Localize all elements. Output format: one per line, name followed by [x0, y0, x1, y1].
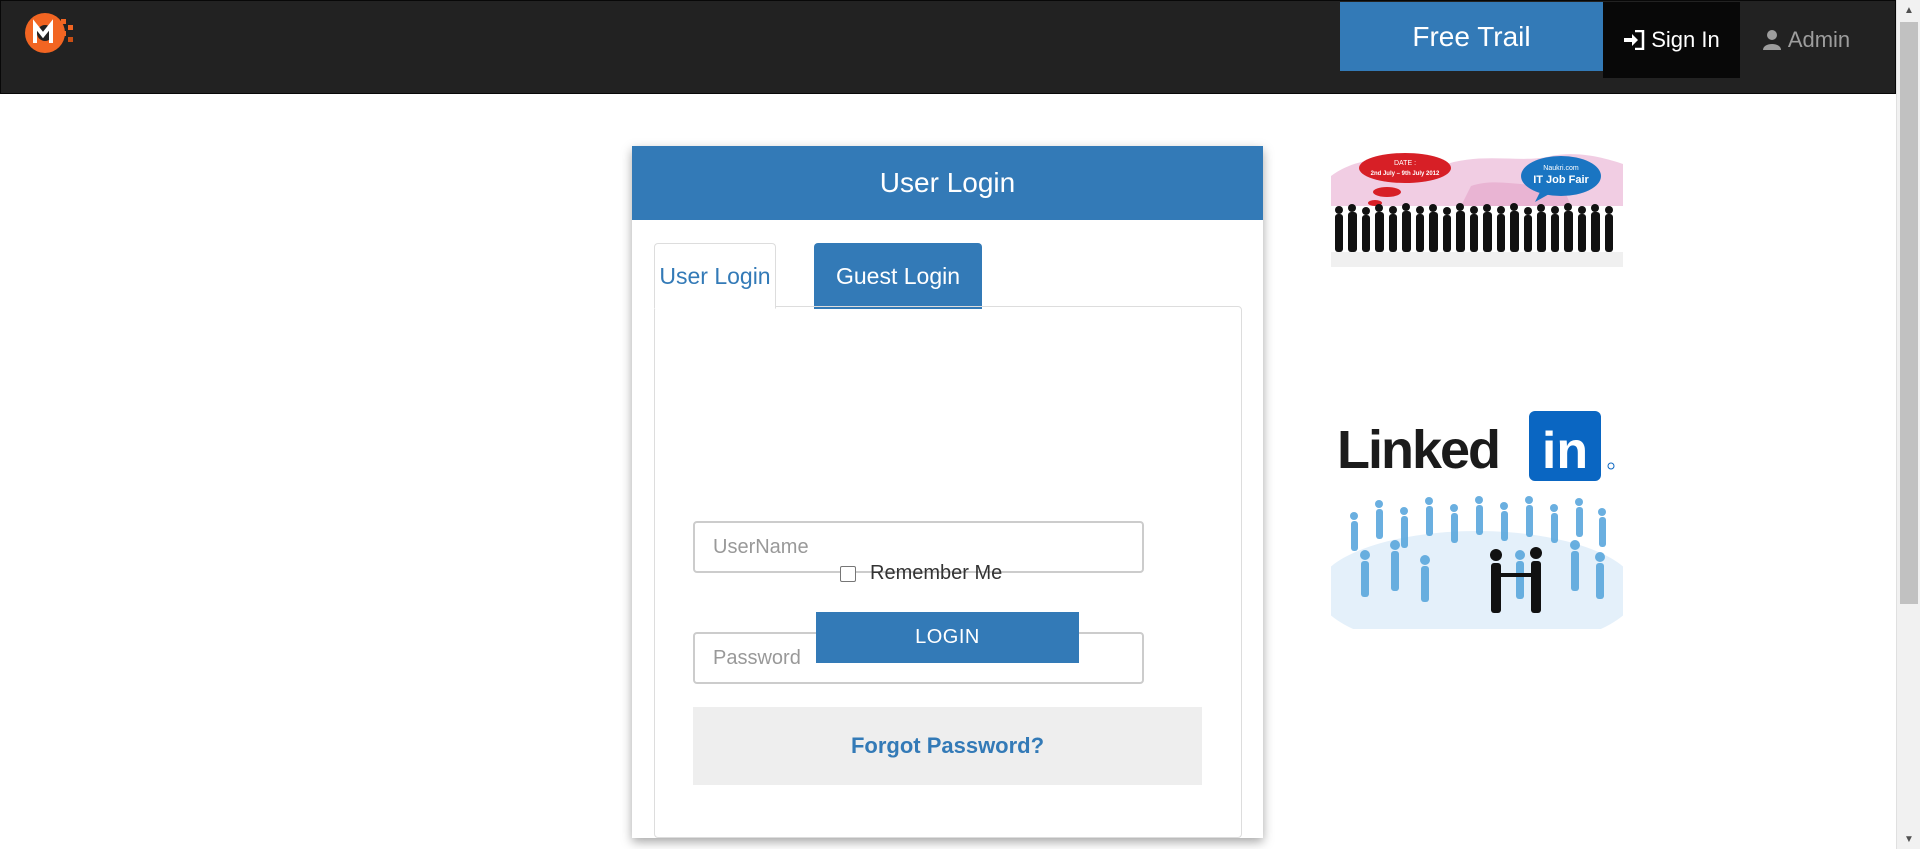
sign-in-label: Sign In [1651, 27, 1720, 52]
sign-in-icon [1624, 30, 1645, 50]
login-button-label: LOGIN [915, 626, 980, 648]
scrollbar-thumb[interactable] [1900, 22, 1918, 604]
scroll-up-arrow-icon[interactable]: ▲ [1897, 0, 1920, 20]
linkedin-ad-image: Linked in [1331, 401, 1623, 629]
job-fair-ad[interactable]: DATE : 2nd July – 9th July 2012 Naukri.c… [1331, 146, 1623, 267]
remember-me-checkbox[interactable] [840, 565, 856, 582]
sign-in-button[interactable]: Sign In [1603, 2, 1740, 78]
remember-me-label: Remember Me [870, 562, 1003, 584]
linkedin-brand-text: Linked [1337, 420, 1499, 480]
free-trail-button[interactable]: Free Trail [1340, 2, 1603, 71]
top-navbar: Free Trail Sign In Admin [0, 0, 1896, 94]
linkedin-brand-badge: in [1542, 422, 1588, 480]
forgot-password-label: Forgot Password? [850, 733, 1045, 758]
tab-user-login-label: User Login [659, 262, 771, 289]
user-icon [1762, 30, 1781, 50]
job-fair-ad-image: DATE : 2nd July – 9th July 2012 Naukri.c… [1331, 146, 1623, 267]
page-scrollbar[interactable]: ▲ ▼ [1896, 0, 1920, 849]
linkedin-ad[interactable]: Linked in [1331, 401, 1623, 629]
admin-menu[interactable]: Admin [1741, 2, 1871, 78]
tab-guest-login-label: Guest Login [835, 262, 961, 289]
job-fair-site: Naukri.com [1543, 165, 1579, 172]
scroll-down-arrow-icon[interactable]: ▼ [1897, 829, 1920, 849]
job-fair-event: IT Job Fair [1533, 174, 1589, 186]
logo[interactable] [23, 9, 81, 57]
forgot-password-link[interactable]: Forgot Password? [693, 707, 1202, 785]
job-fair-date-range: 2nd July – 9th July 2012 [1371, 171, 1440, 177]
free-trail-label: Free Trail [1412, 20, 1531, 52]
login-button[interactable]: LOGIN [816, 612, 1079, 663]
panel-title: User Login [879, 167, 1016, 198]
tab-user-login[interactable]: User Login [654, 243, 776, 309]
remember-me[interactable]: Remember Me [840, 562, 1002, 585]
panel-heading: User Login [632, 146, 1263, 220]
logo-mark-icon [25, 13, 73, 53]
tab-guest-login[interactable]: Guest Login [814, 243, 982, 309]
admin-label: Admin [1787, 27, 1851, 52]
job-fair-date-label: DATE : [1394, 160, 1416, 167]
